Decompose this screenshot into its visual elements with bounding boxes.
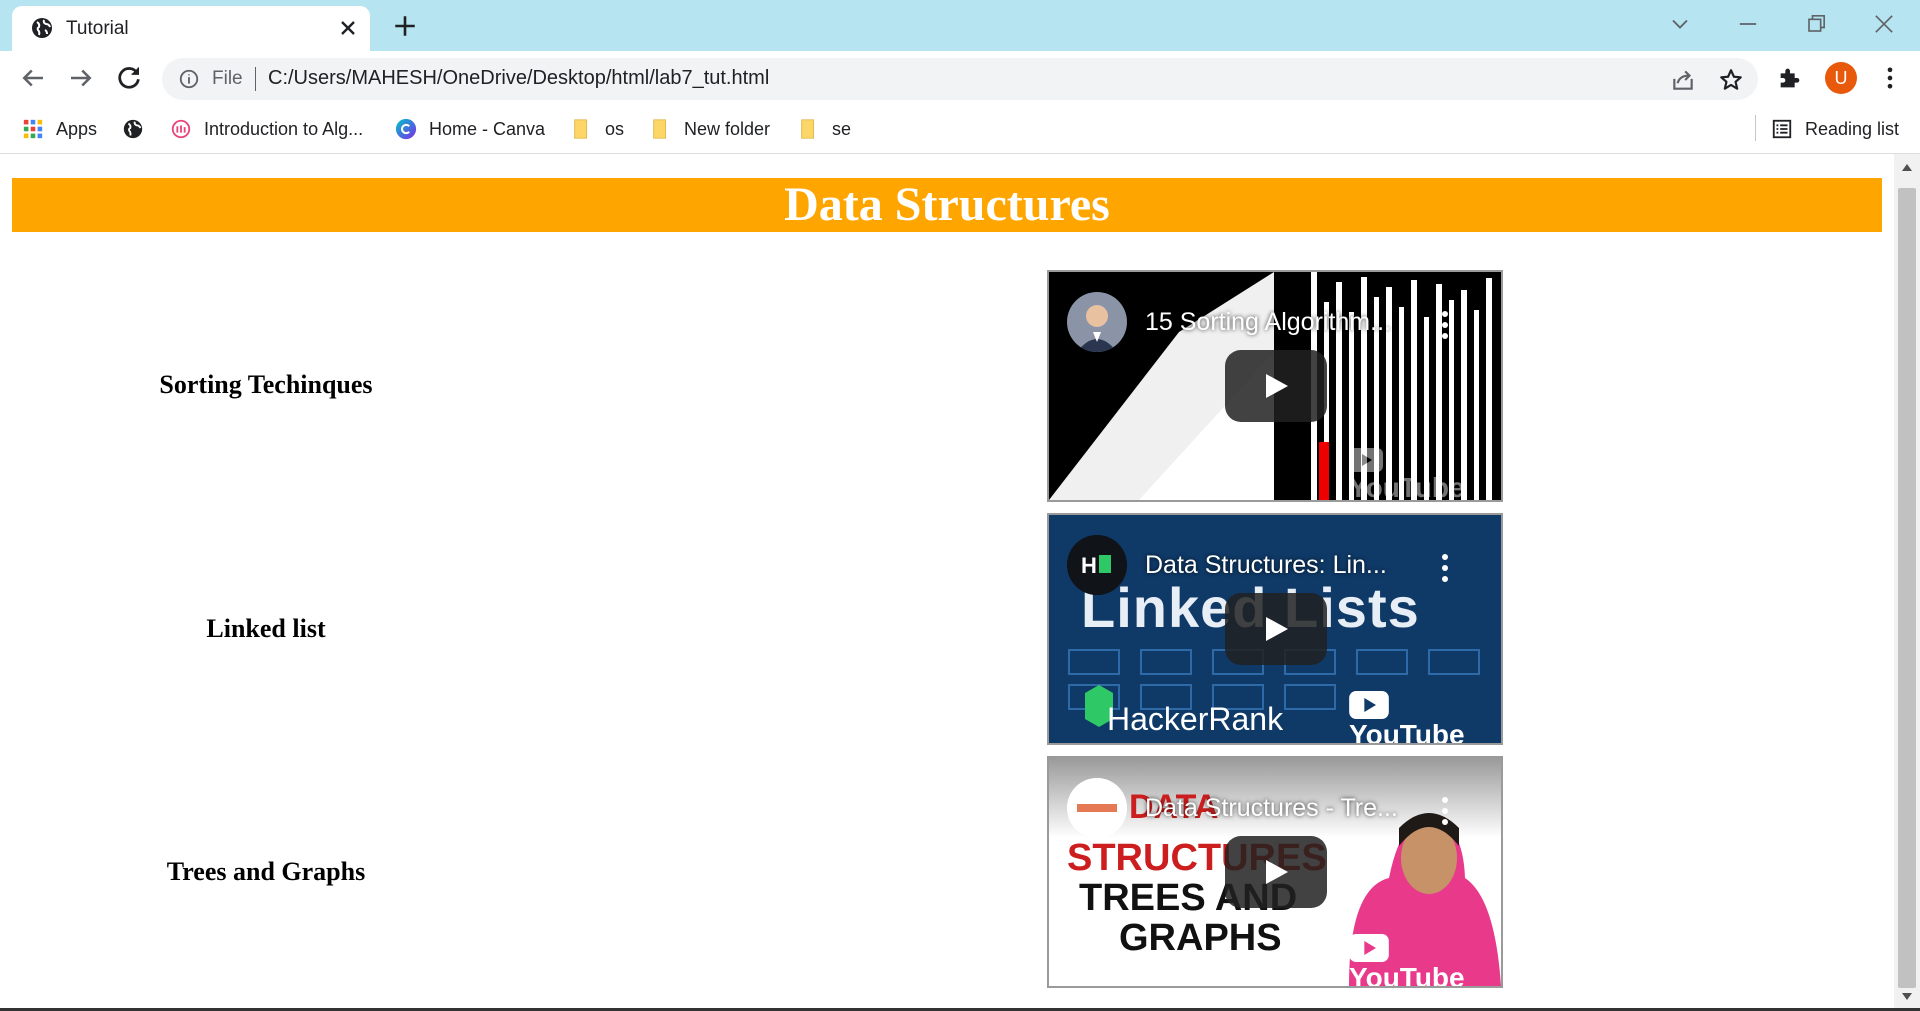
bookmarks-divider — [1755, 115, 1756, 141]
extensions-puzzle-icon[interactable] — [1776, 64, 1804, 92]
page-title: Data Structures — [784, 178, 1110, 231]
youtube-label: YouTube — [1349, 472, 1465, 502]
youtube-icon — [1349, 448, 1383, 472]
apps-grid-icon — [23, 119, 43, 139]
menu-kebab-icon[interactable] — [1876, 64, 1904, 92]
browser-toolbar: File C:/Users/MAHESH/OneDrive/Desktop/ht… — [0, 51, 1920, 105]
video-more-icon[interactable] — [1439, 310, 1451, 340]
page-banner: Data Structures — [12, 178, 1882, 232]
video-embed-linked-list[interactable]: Linked Lists HackerRank H Data Structure… — [1047, 513, 1503, 745]
play-button-icon[interactable] — [1225, 836, 1327, 908]
canva-icon — [395, 118, 417, 140]
folder-icon — [653, 119, 667, 139]
svg-text:H: H — [1081, 553, 1097, 578]
video-more-icon[interactable] — [1439, 553, 1451, 583]
close-tab-icon[interactable] — [336, 16, 360, 40]
profile-avatar[interactable]: U — [1825, 62, 1857, 94]
play-button-icon[interactable] — [1225, 593, 1327, 665]
folder-icon — [574, 119, 588, 139]
info-icon[interactable] — [178, 68, 200, 90]
video-title: 15 Sorting Algorithm... — [1145, 308, 1391, 336]
youtube-logo: YouTube — [1349, 934, 1501, 988]
video-title: Data Structures - Tre... — [1145, 794, 1398, 822]
browser-title-bar: Tutorial — [0, 0, 1920, 51]
bookmark-label: New folder — [684, 118, 771, 139]
page-viewport: Data Structures Sorting Techinques 15 So… — [0, 154, 1920, 1008]
bookmark-globe[interactable] — [122, 115, 156, 143]
channel-avatar — [1067, 292, 1127, 352]
video-embed-sorting[interactable]: 15 Sorting Algorithm... YouTube — [1047, 270, 1503, 502]
youtube-icon — [1349, 934, 1389, 962]
topic-sorting-label: Sorting Techinques — [159, 370, 373, 399]
bookmark-label: os — [605, 118, 625, 139]
forward-arrow-icon[interactable] — [66, 63, 96, 93]
back-arrow-icon[interactable] — [18, 63, 48, 93]
video-title: Data Structures: Lin... — [1145, 551, 1387, 579]
channel-avatar — [1067, 778, 1127, 838]
bookmark-label: se — [832, 118, 852, 139]
play-button-icon[interactable] — [1225, 350, 1327, 422]
video-more-icon[interactable] — [1439, 796, 1451, 826]
restore-icon[interactable] — [1802, 10, 1830, 38]
chevron-down-icon[interactable] — [1666, 10, 1694, 38]
minimize-icon[interactable] — [1734, 10, 1762, 38]
bookmarks-bar: Apps Introduction to Alg... Home - Canva… — [0, 105, 1920, 154]
tab-title: Tutorial — [66, 18, 129, 39]
youtube-label: YouTube — [1349, 962, 1465, 988]
new-tab-icon[interactable] — [392, 13, 418, 39]
bookmark-introduction-to-algorithms[interactable]: Introduction to Alg... — [170, 115, 363, 143]
youtube-label: YouTube — [1349, 719, 1465, 745]
page-scrollbar[interactable] — [1894, 154, 1920, 1008]
bookmark-folder-se[interactable]: se — [798, 115, 851, 143]
bookmark-apps[interactable]: Apps — [22, 115, 97, 143]
bookmark-star-icon[interactable] — [1718, 67, 1744, 93]
bookmark-label: Home - Canva — [429, 118, 546, 139]
bookmark-folder-os[interactable]: os — [571, 115, 624, 143]
reload-icon[interactable] — [114, 63, 144, 93]
topic-linked-list-label: Linked list — [206, 614, 326, 643]
globe-icon — [32, 18, 52, 38]
reading-list-icon — [1772, 119, 1792, 139]
bookmark-label: Apps — [56, 118, 98, 139]
scroll-down-arrow-icon[interactable] — [1901, 992, 1913, 1002]
scrollbar-thumb[interactable] — [1898, 188, 1916, 988]
address-url[interactable]: C:/Users/MAHESH/OneDrive/Desktop/html/la… — [268, 67, 769, 90]
youtube-logo: YouTube — [1349, 691, 1501, 745]
address-separator — [255, 67, 256, 91]
share-icon[interactable] — [1670, 67, 1696, 93]
browser-tab[interactable]: Tutorial — [12, 6, 370, 51]
bookmark-home-canva[interactable]: Home - Canva — [395, 115, 545, 143]
address-scheme: File — [212, 68, 243, 89]
globe-icon — [123, 119, 143, 139]
topic-trees-graphs-label: Trees and Graphs — [166, 857, 366, 886]
address-bar[interactable]: File C:/Users/MAHESH/OneDrive/Desktop/ht… — [162, 58, 1758, 100]
reading-list-button[interactable]: Reading list — [1771, 115, 1899, 143]
close-window-icon[interactable] — [1870, 10, 1898, 38]
bookmark-folder-new-folder[interactable]: New folder — [650, 115, 770, 143]
channel-avatar: H — [1067, 535, 1127, 595]
video-embed-trees-graphs[interactable]: STRUCTURES TREES AND GRAPHS DATA Data St… — [1047, 756, 1503, 988]
reading-list-label: Reading list — [1805, 118, 1900, 139]
youtube-icon — [1349, 691, 1389, 719]
bookmark-site-icon — [171, 119, 191, 139]
scroll-up-arrow-icon[interactable] — [1901, 162, 1913, 172]
thumbnail-brand: HackerRank — [1107, 701, 1284, 737]
thumbnail-line-graphs: GRAPHS — [1119, 917, 1282, 959]
bookmark-label: Introduction to Alg... — [204, 118, 364, 139]
youtube-logo: YouTube — [1349, 448, 1501, 502]
folder-icon — [801, 119, 815, 139]
